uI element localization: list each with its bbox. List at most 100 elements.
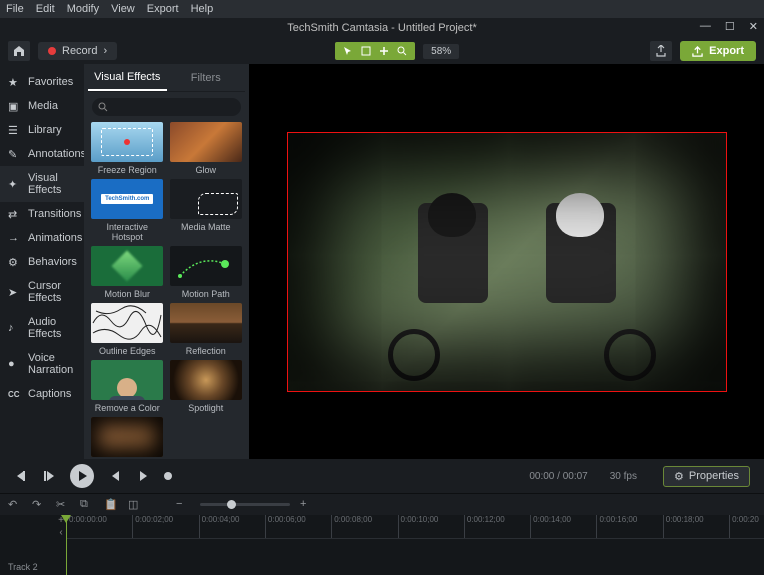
copy-button[interactable]: ⧉: [80, 498, 94, 512]
effect-motion-path[interactable]: Motion Path: [169, 246, 244, 299]
export-icon: [692, 46, 703, 57]
menu-help[interactable]: Help: [191, 3, 214, 15]
crop-tool[interactable]: [359, 44, 373, 58]
sidebar-label: Favorites: [28, 76, 73, 88]
home-button[interactable]: [8, 41, 30, 61]
canvas-tools: [335, 42, 415, 60]
undo-button[interactable]: ↶: [8, 498, 22, 512]
next-frame-button[interactable]: [136, 469, 150, 483]
ruler-mark: 0:00:12;00: [464, 515, 505, 538]
effect-reflection[interactable]: Reflection: [169, 303, 244, 356]
share-button[interactable]: [650, 41, 672, 61]
tab-visual-effects[interactable]: Visual Effects: [88, 64, 167, 91]
main-toolbar: Record › 58% Export: [0, 38, 764, 64]
sidebar-item-behaviors[interactable]: ⚙ Behaviors: [0, 250, 84, 274]
effect-glow[interactable]: Glow: [169, 122, 244, 175]
split-button[interactable]: ◫: [128, 498, 142, 512]
animations-icon: →: [8, 232, 22, 244]
tab-filters[interactable]: Filters: [167, 64, 246, 91]
time-display: 00:00 / 00:07: [529, 471, 587, 482]
record-button[interactable]: Record ›: [38, 42, 117, 60]
redo-button[interactable]: ↷: [32, 498, 46, 512]
effect-spotlight[interactable]: Spotlight: [169, 360, 244, 413]
menu-edit[interactable]: Edit: [36, 3, 55, 15]
step-forward-button[interactable]: [108, 469, 122, 483]
track-body[interactable]: [66, 553, 764, 575]
sidebar-item-voice-narration[interactable]: ● Voice Narration: [0, 346, 84, 382]
sidebar-item-annotations[interactable]: ✎Annotations: [0, 142, 84, 166]
prev-frame-button[interactable]: [14, 469, 28, 483]
sidebar-label: Visual Effects: [28, 172, 76, 196]
track-header[interactable]: Track 2: [0, 562, 66, 572]
sidebar-item-visual-effects[interactable]: ✦ Visual Effects: [0, 166, 84, 202]
chevron-right-icon: ›: [103, 45, 107, 57]
timeline[interactable]: + ‹ 0:00:00:00 0:00:02;00 0:00:04;00 0:0…: [0, 515, 764, 575]
select-tool[interactable]: [341, 44, 355, 58]
library-icon: ☰: [8, 124, 22, 136]
vfx-icon: ✦: [8, 178, 22, 190]
menu-bar: File Edit Modify View Export Help: [0, 0, 764, 18]
sidebar-item-library[interactable]: ☰ Library: [0, 118, 84, 142]
sidebar-item-cursor-effects[interactable]: ➤Cursor Effects: [0, 274, 84, 310]
zoom-level[interactable]: 58%: [423, 44, 459, 59]
menu-export[interactable]: Export: [147, 3, 179, 15]
menu-view[interactable]: View: [111, 3, 135, 15]
effect-interactive-hotspot[interactable]: TechSmith.comInteractive Hotspot: [90, 179, 165, 242]
sidebar-label: Transitions: [28, 208, 81, 220]
share-icon: [655, 45, 667, 57]
effect-label: Outline Edges: [99, 346, 156, 356]
timeline-ruler[interactable]: 0:00:00:00 0:00:02;00 0:00:04;00 0:00:06…: [66, 515, 764, 539]
menu-file[interactable]: File: [6, 3, 24, 15]
play-button[interactable]: [70, 464, 94, 488]
ruler-mark: 0:00:10;00: [398, 515, 439, 538]
preview-frame[interactable]: [287, 132, 727, 392]
ruler-mark: 0:00:20: [729, 515, 759, 538]
sidebar-item-media[interactable]: ▣Media: [0, 94, 84, 118]
behaviors-icon: ⚙: [8, 256, 22, 268]
export-label: Export: [709, 45, 744, 57]
magnify-tool[interactable]: [395, 44, 409, 58]
mic-icon: ●: [8, 358, 22, 370]
effects-grid: Freeze Region Glow TechSmith.comInteract…: [88, 122, 245, 470]
search-input[interactable]: [92, 98, 241, 116]
sidebar-label: Voice Narration: [28, 352, 76, 376]
sidebar-item-animations[interactable]: →Animations: [0, 226, 84, 250]
effect-label: Interactive Hotspot: [90, 222, 165, 242]
export-button[interactable]: Export: [680, 41, 756, 61]
zoom-slider[interactable]: [200, 503, 290, 506]
effect-motion-blur[interactable]: Motion Blur: [90, 246, 165, 299]
effect-remove-color[interactable]: Remove a Color: [90, 360, 165, 413]
ruler-mark: 0:00:18;00: [663, 515, 704, 538]
playhead[interactable]: [66, 515, 67, 575]
sidebar-label: Media: [28, 100, 58, 112]
marker-button[interactable]: [164, 472, 172, 480]
sidebar-label: Library: [28, 124, 62, 136]
cut-button[interactable]: ✂: [56, 498, 70, 512]
collapse-track-button[interactable]: ‹: [56, 528, 66, 538]
step-back-button[interactable]: [42, 469, 56, 483]
track-2[interactable]: Track 2: [0, 553, 764, 575]
effect-media-matte[interactable]: Media Matte: [169, 179, 244, 242]
transitions-icon: ⇄: [8, 208, 22, 220]
sidebar-label: Annotations: [28, 148, 86, 160]
effect-outline-edges[interactable]: Outline Edges: [90, 303, 165, 356]
pan-tool[interactable]: [377, 44, 391, 58]
menu-modify[interactable]: Modify: [67, 3, 99, 15]
maximize-button[interactable]: ☐: [725, 20, 735, 33]
minimize-button[interactable]: —: [700, 20, 711, 33]
properties-button[interactable]: ⚙Properties: [663, 466, 750, 487]
paste-button[interactable]: 📋: [104, 498, 118, 512]
sidebar-item-captions[interactable]: CCCaptions: [0, 382, 84, 406]
properties-label: Properties: [689, 470, 739, 482]
close-button[interactable]: ✕: [749, 20, 758, 33]
sidebar-item-transitions[interactable]: ⇄ Transitions: [0, 202, 84, 226]
sidebar-item-favorites[interactable]: ★Favorites: [0, 70, 84, 94]
effect-freeze-region[interactable]: Freeze Region: [90, 122, 165, 175]
zoom-in-button[interactable]: +: [300, 498, 314, 512]
cursor-icon: ➤: [8, 286, 22, 298]
canvas[interactable]: [249, 64, 764, 459]
zoom-out-button[interactable]: −: [176, 498, 190, 512]
home-icon: [13, 45, 25, 57]
sidebar-item-audio-effects[interactable]: ♪Audio Effects: [0, 310, 84, 346]
sidebar-label: Behaviors: [28, 256, 77, 268]
